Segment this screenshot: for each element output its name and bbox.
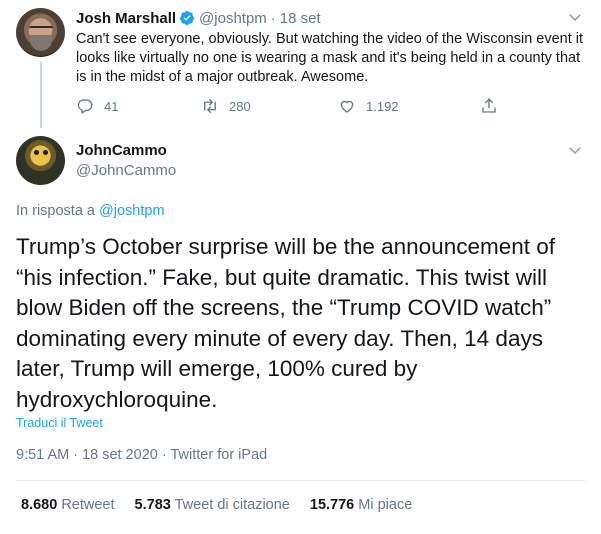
likes-count: 15.776 (309, 497, 355, 513)
author-name[interactable]: JohnCammo (76, 142, 167, 159)
reply-icon (77, 99, 93, 114)
quote-tweets-stat[interactable]: 5.783 Tweet di citazione (135, 497, 290, 513)
translate-tweet-link[interactable]: Traduci il Tweet (16, 416, 103, 430)
tweet-stats: 8.680 Retweet 5.783 Tweet di citazione 1… (21, 497, 432, 513)
reply-count: 41 (104, 98, 119, 114)
avatar-glasses (29, 26, 53, 33)
retweet-count: 280 (229, 98, 251, 114)
author-handle[interactable]: @JohnCammo (76, 162, 176, 179)
avatar-eye (43, 150, 48, 155)
tweet-text: Trump’s October surprise will be the ann… (16, 234, 556, 412)
avatar[interactable] (16, 8, 65, 57)
retweet-icon (204, 98, 216, 114)
verified-badge-icon (180, 11, 195, 25)
tweet-actions: 41 280 1.192 (76, 96, 516, 116)
retweet-button[interactable]: 280 (201, 96, 251, 116)
author-name[interactable]: Josh Marshall (76, 10, 176, 27)
avatar-eye (34, 150, 39, 155)
like-button[interactable]: 1.192 (338, 96, 399, 116)
tweet-header: Josh Marshall @joshtpm · 18 set (76, 8, 321, 28)
thread-connector-line (40, 62, 42, 128)
likes-stat[interactable]: 15.776 Mi piace (310, 497, 412, 513)
reply-prefix: In risposta a (16, 203, 95, 219)
likes-label: Mi piace (358, 497, 413, 513)
chevron-down-icon[interactable] (566, 8, 584, 26)
like-count: 1.192 (366, 98, 399, 114)
tweet-text: Can't see everyone, obviously. But watch… (76, 31, 584, 85)
quote-tweets-count: 5.783 (134, 497, 171, 513)
parent-tweet[interactable]: Josh Marshall @joshtpm · 18 set Can't se… (0, 0, 601, 128)
avatar[interactable] (16, 136, 65, 185)
retweets-stat[interactable]: 8.680 Retweet (21, 497, 115, 513)
reply-context: In risposta a @joshtpm (16, 203, 165, 219)
reply-mention-link[interactable]: @joshtpm (99, 203, 165, 219)
chevron-down-icon[interactable] (566, 141, 584, 159)
retweets-count: 8.680 (21, 497, 58, 513)
divider (16, 480, 585, 481)
author-handle[interactable]: @joshtpm (199, 10, 267, 27)
quote-tweets-label: Tweet di citazione (174, 497, 290, 513)
retweets-label: Retweet (61, 497, 115, 513)
share-button[interactable] (480, 96, 508, 116)
reply-button[interactable]: 41 (76, 96, 118, 116)
tweet-date[interactable]: 18 set (280, 10, 321, 27)
like-icon (340, 100, 354, 113)
share-icon (482, 98, 496, 113)
separator-dot: · (270, 9, 276, 27)
avatar-beard (30, 35, 52, 51)
tweet-timestamp[interactable]: 9:51 AM · 18 set 2020 · Twitter for iPad (16, 447, 267, 463)
